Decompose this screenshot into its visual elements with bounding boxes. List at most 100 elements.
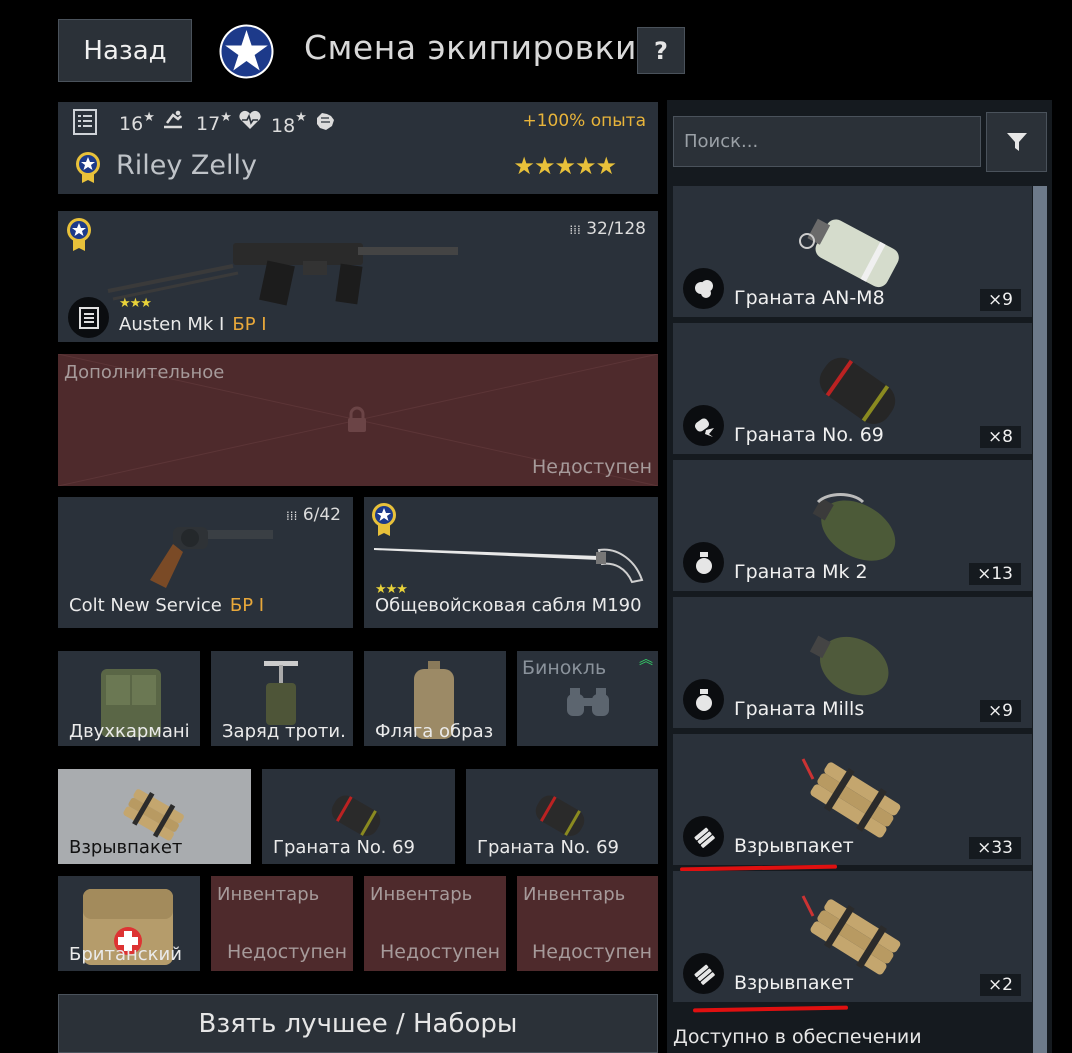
satchel-charge-image	[793, 886, 923, 985]
stat-value: 16	[119, 113, 144, 135]
ammo-count: ⁞⁞⁞ 6/42	[286, 505, 341, 525]
heart-icon	[238, 110, 262, 135]
back-button[interactable]: Назад	[58, 19, 192, 82]
rank-medal-icon	[74, 150, 102, 188]
ammo-icon: ⁞⁞⁞	[285, 509, 298, 523]
ammo-value: 6/42	[302, 505, 341, 525]
smg-image	[103, 231, 463, 320]
inventory-name: Британский	[69, 944, 182, 965]
satchel-charge-image	[113, 781, 203, 845]
battle-rating: БР I	[229, 595, 265, 616]
gear-slot-tnt[interactable]: Заряд троти.	[211, 651, 353, 746]
gear-name: Заряд троти.	[222, 721, 346, 742]
item-count: ×9	[979, 700, 1021, 722]
secondary-weapon-slot[interactable]: Дополнительное Недоступен	[58, 354, 658, 486]
filter-icon	[1006, 133, 1027, 151]
list-item[interactable]: Граната No. 69 ×8	[673, 323, 1032, 457]
item-count: ×9	[979, 289, 1021, 311]
lock-icon	[346, 406, 368, 438]
satchel-icon	[683, 953, 724, 994]
weapon-type-icon	[68, 297, 109, 338]
soldier-panel[interactable]: 16★ 17★ 18★ +100% опыта Riley Zelly ★★★★…	[58, 102, 658, 194]
stat-value: 18	[271, 115, 296, 137]
grenade-slot-selected[interactable]: Взрывпакет	[58, 769, 251, 864]
item-name: Граната No. 69	[734, 424, 884, 446]
ammo-count: ⁞⁞⁞ 32/128	[569, 219, 646, 239]
fist-icon	[313, 113, 337, 137]
slot-status: Недоступен	[379, 941, 500, 963]
primary-weapon-slot[interactable]: ⁞⁞⁞ 32/128 ★★★ Austen Mk I БР I	[58, 211, 658, 342]
inventory-slot-locked[interactable]: Инвентарь Недоступен	[517, 876, 658, 971]
page-title: Смена экипировки	[304, 28, 638, 67]
list-item[interactable]: Взрывпакет ×2	[673, 871, 1032, 1005]
search-input[interactable]	[673, 116, 981, 167]
melee-slot[interactable]: ★★★ Общевойсковая сабля M190	[364, 497, 658, 628]
help-button[interactable]: ?	[637, 27, 685, 74]
slot-title: Дополнительное	[64, 362, 225, 383]
grenade-icon	[683, 679, 724, 720]
binoculars-icon	[565, 686, 611, 722]
slot-status: Недоступен	[531, 941, 652, 963]
weapon-name-text: Austen Mk I	[119, 314, 225, 335]
weapon-name: Austen Mk I БР I	[119, 314, 267, 335]
grenade-slot-2[interactable]: Граната No. 69	[262, 769, 455, 864]
satchel-icon	[683, 816, 724, 857]
soldier-name: Riley Zelly	[116, 150, 258, 181]
gear-slot-binoculars[interactable]: Бинокль ︽	[517, 651, 658, 746]
stat-health: 17★	[196, 110, 262, 135]
item-count: ×33	[969, 837, 1021, 859]
upgrade-chevron-icon: ︽	[639, 652, 653, 668]
filter-button[interactable]	[986, 112, 1047, 172]
list-item[interactable]: Граната Mills ×9	[673, 597, 1032, 731]
revolver-image	[138, 522, 278, 596]
battle-rating: БР I	[232, 314, 267, 335]
list-item[interactable]: Граната AN-M8 ×9	[673, 186, 1032, 320]
inventory-slot-locked[interactable]: Инвентарь Недоступен	[364, 876, 506, 971]
grenade-name: Граната No. 69	[477, 837, 619, 858]
saber-image	[374, 542, 654, 591]
sprint-icon	[161, 110, 185, 135]
grenade-mills-image	[798, 617, 908, 711]
list-item[interactable]: Взрывпакет ×33	[673, 734, 1032, 868]
slot-status: Недоступен	[531, 456, 652, 478]
slot-title: Инвентарь	[370, 884, 473, 905]
gear-slot-canteen[interactable]: Фляга образ	[364, 651, 506, 746]
gear-name: Бинокль	[522, 657, 607, 679]
stat-agility: 16★	[119, 110, 185, 135]
take-best-kits-button[interactable]: Взять лучшее / Наборы	[58, 994, 658, 1053]
impact-grenade-icon	[683, 405, 724, 446]
slot-status: Недоступен	[226, 941, 347, 963]
smoke-grenade-image	[793, 206, 918, 300]
grenade-slot-3[interactable]: Граната No. 69	[466, 769, 658, 864]
weapon-name-text: Colt New Service	[69, 595, 222, 616]
inventory-slot-medkit[interactable]: Британский	[58, 876, 200, 971]
grenade-icon	[683, 542, 724, 583]
slot-title: Инвентарь	[217, 884, 320, 905]
sidearm-slot[interactable]: ⁞⁞⁞ 6/42 Colt New Service БР I	[58, 497, 353, 628]
inventory-slot-locked[interactable]: Инвентарь Недоступен	[211, 876, 353, 971]
available-in-supply-label: Доступно в обеспечении	[673, 1026, 922, 1048]
grenade-name: Граната No. 69	[273, 837, 415, 858]
gear-slot-pouch[interactable]: Двухкармані	[58, 651, 200, 746]
scrollbar[interactable]	[1033, 186, 1047, 1053]
item-count: ×2	[979, 974, 1021, 996]
smoke-icon	[683, 268, 724, 309]
weapon-name: Общевойсковая сабля M190	[375, 595, 642, 616]
slot-title: Инвентарь	[523, 884, 626, 905]
stat-strength: 18★	[271, 110, 337, 137]
item-count: ×13	[969, 563, 1021, 585]
list-item[interactable]: Граната Mk 2 ×13	[673, 460, 1032, 594]
ammo-value: 32/128	[586, 219, 646, 239]
weapon-stars: ★★★	[119, 296, 152, 311]
rank-medal-icon	[65, 216, 93, 256]
item-name: Граната Mills	[734, 698, 865, 720]
item-count: ×8	[979, 426, 1021, 448]
gear-name: Фляга образ	[375, 721, 494, 742]
usa-emblem-icon	[219, 24, 274, 79]
item-name: Граната AN-M8	[734, 287, 885, 309]
soldier-rating-stars: ★★★★★	[513, 152, 617, 180]
grenade-name: Взрывпакет	[69, 837, 183, 858]
stat-value: 17	[196, 113, 221, 135]
xp-bonus-label: +100% опыта	[522, 111, 646, 131]
rank-medal-icon	[370, 501, 398, 541]
